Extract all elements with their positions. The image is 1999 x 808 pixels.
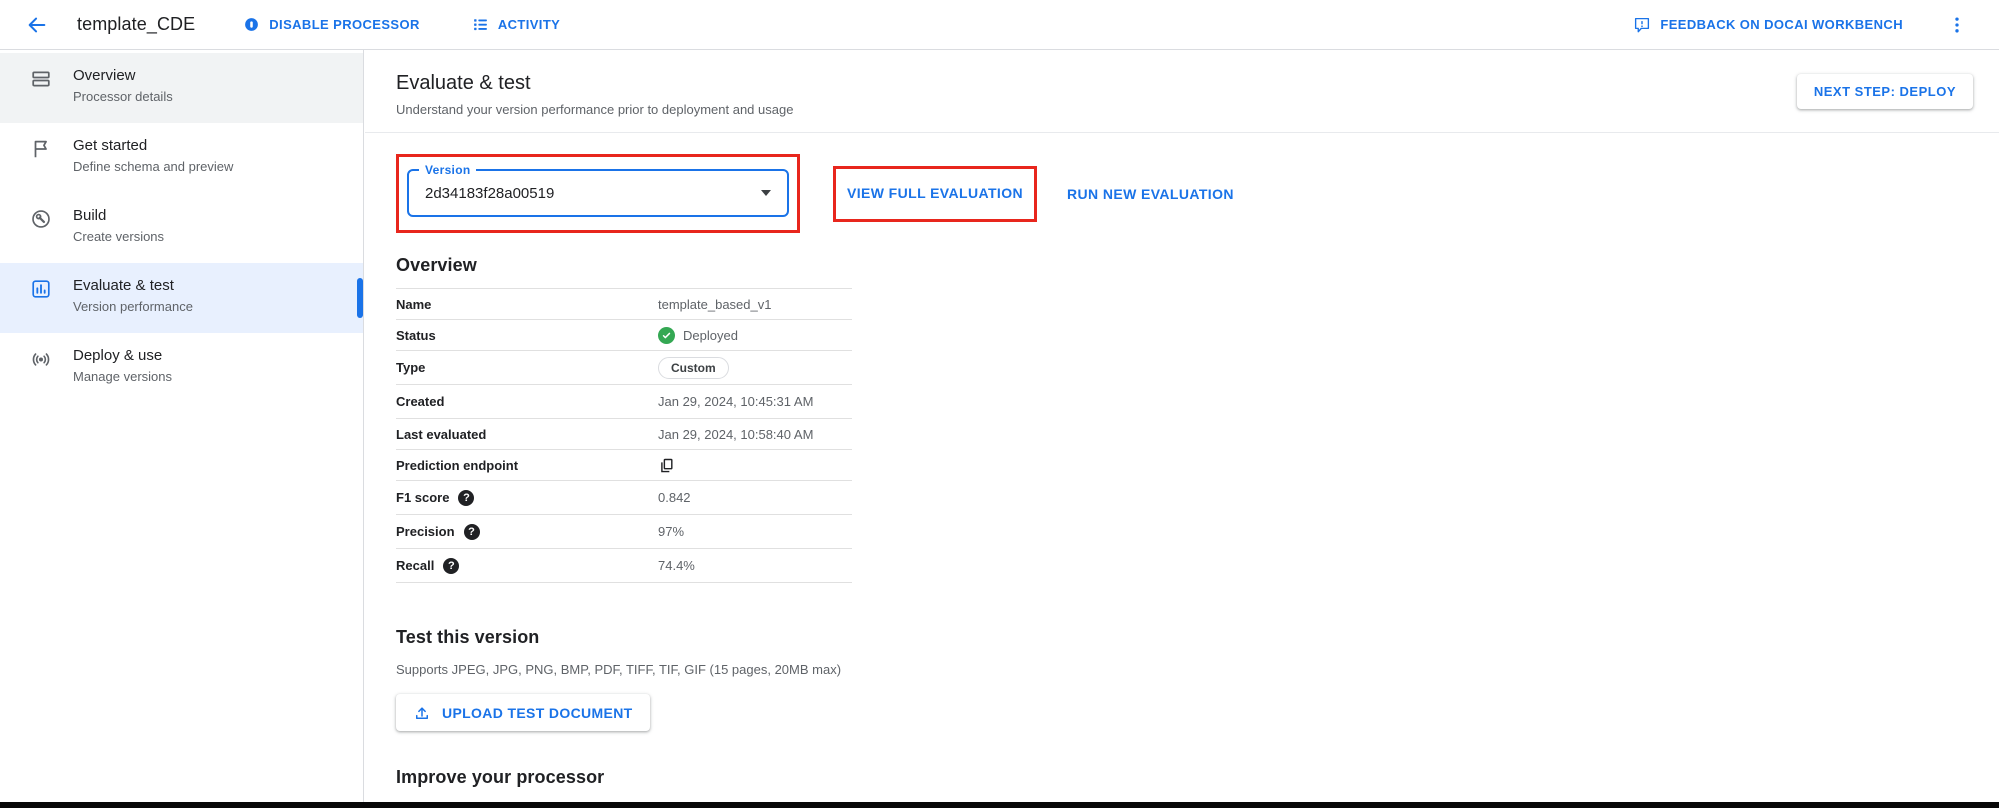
- row-label: Created: [396, 394, 658, 409]
- version-select-value: 2d34183f28a00519: [425, 185, 554, 202]
- version-name-value: template_based_v1: [658, 297, 771, 312]
- docai-workbench-screen: template_CDE DISABLE PROCESSOR ACTIVITY …: [0, 0, 1999, 808]
- sidebar-item-label: Overview: [73, 67, 173, 85]
- page-title: Evaluate & test: [396, 72, 1975, 95]
- f1-score-value: 0.842: [658, 490, 691, 505]
- created-value: Jan 29, 2024, 10:45:31 AM: [658, 394, 813, 409]
- upload-test-document-button[interactable]: UPLOAD TEST DOCUMENT: [396, 694, 650, 731]
- row-label: F1 score: [396, 490, 449, 505]
- sidebar-item-label: Get started: [73, 137, 233, 155]
- row-prediction-endpoint: Prediction endpoint: [396, 450, 852, 481]
- upload-test-document-label: UPLOAD TEST DOCUMENT: [442, 705, 633, 721]
- annotation-box-view-full-evaluation: VIEW FULL EVALUATION: [833, 166, 1037, 222]
- row-label: Prediction endpoint: [396, 458, 658, 473]
- disable-processor-label: DISABLE PROCESSOR: [269, 17, 420, 32]
- feedback-label: FEEDBACK ON DOCAI WORKBENCH: [1660, 17, 1903, 32]
- window-bottom-edge: [0, 802, 1999, 808]
- back-button[interactable]: [25, 13, 49, 37]
- precision-value: 97%: [658, 524, 684, 539]
- sidebar-item-build[interactable]: Build Create versions: [0, 193, 363, 263]
- disable-processor-button[interactable]: DISABLE PROCESSOR: [243, 16, 420, 33]
- row-label: Type: [396, 360, 658, 375]
- sidebar-item-sublabel: Define schema and preview: [73, 159, 233, 174]
- next-step-deploy-button[interactable]: NEXT STEP: DEPLOY: [1797, 74, 1973, 109]
- page-header: Evaluate & test Understand your version …: [365, 50, 1999, 133]
- overview-icon: [30, 68, 52, 90]
- row-label: Precision: [396, 524, 455, 539]
- overview-heading: Overview: [396, 255, 1999, 276]
- status-badge: Deployed: [683, 328, 738, 343]
- help-icon[interactable]: ?: [458, 490, 474, 506]
- deployed-check-icon: [658, 327, 675, 344]
- last-evaluated-value: Jan 29, 2024, 10:58:40 AM: [658, 427, 813, 442]
- feedback-button[interactable]: FEEDBACK ON DOCAI WORKBENCH: [1633, 16, 1903, 34]
- chevron-down-icon: [761, 190, 771, 196]
- broadcast-icon: [30, 348, 52, 370]
- sidebar-item-sublabel: Create versions: [73, 229, 164, 244]
- view-full-evaluation-button[interactable]: VIEW FULL EVALUATION: [847, 185, 1023, 201]
- sidebar-nav: Overview Processor details Get started D…: [0, 50, 364, 808]
- row-recall: Recall ? 74.4%: [396, 549, 852, 583]
- row-label: Recall: [396, 558, 434, 573]
- activity-button[interactable]: ACTIVITY: [472, 16, 560, 33]
- help-icon[interactable]: ?: [464, 524, 480, 540]
- row-created: Created Jan 29, 2024, 10:45:31 AM: [396, 385, 852, 419]
- row-type: Type Custom: [396, 351, 852, 385]
- row-name: Name template_based_v1: [396, 289, 852, 320]
- row-label: Last evaluated: [396, 427, 658, 442]
- copy-icon: [658, 457, 675, 474]
- more-options-button[interactable]: [1945, 13, 1969, 37]
- recall-value: 74.4%: [658, 558, 695, 573]
- sidebar-item-label: Build: [73, 207, 164, 225]
- build-wrench-icon: [30, 208, 52, 230]
- improve-processor-heading: Improve your processor: [396, 767, 1999, 788]
- feedback-icon: [1633, 16, 1651, 34]
- sidebar-item-sublabel: Version performance: [73, 299, 193, 314]
- upload-icon: [413, 704, 431, 722]
- row-f1-score: F1 score ? 0.842: [396, 481, 852, 515]
- type-chip: Custom: [658, 357, 729, 379]
- version-select-label: Version: [419, 163, 476, 177]
- sidebar-item-sublabel: Manage versions: [73, 369, 172, 384]
- copy-endpoint-button[interactable]: [658, 457, 675, 474]
- test-version-heading: Test this version: [396, 627, 1999, 648]
- kebab-menu-icon: [1947, 15, 1967, 35]
- processor-title: template_CDE: [77, 14, 195, 35]
- overview-table: Name template_based_v1 Status Deployed T…: [396, 288, 852, 583]
- list-icon: [472, 16, 489, 33]
- sidebar-item-label: Deploy & use: [73, 347, 172, 365]
- main-content: Evaluate & test Understand your version …: [365, 50, 1999, 808]
- back-arrow-icon: [26, 14, 48, 36]
- version-row: Version 2d34183f28a00519 VIEW FULL EVALU…: [396, 154, 1999, 233]
- run-new-evaluation-button[interactable]: RUN NEW EVALUATION: [1067, 186, 1234, 202]
- activity-label: ACTIVITY: [498, 17, 560, 32]
- sidebar-item-evaluate-test[interactable]: Evaluate & test Version performance: [0, 263, 363, 333]
- top-app-bar: template_CDE DISABLE PROCESSOR ACTIVITY …: [0, 0, 1999, 50]
- bar-chart-icon: [30, 278, 52, 300]
- stop-circle-icon: [243, 16, 260, 33]
- page-subtitle: Understand your version performance prio…: [396, 102, 1975, 117]
- flag-icon: [30, 138, 52, 160]
- sidebar-item-sublabel: Processor details: [73, 89, 173, 104]
- annotation-box-version: Version 2d34183f28a00519: [396, 154, 800, 233]
- row-status: Status Deployed: [396, 320, 852, 351]
- sidebar-item-deploy-use[interactable]: Deploy & use Manage versions: [0, 333, 363, 403]
- row-last-evaluated: Last evaluated Jan 29, 2024, 10:58:40 AM: [396, 419, 852, 450]
- help-icon[interactable]: ?: [443, 558, 459, 574]
- row-label: Name: [396, 297, 658, 312]
- sidebar-item-overview[interactable]: Overview Processor details: [0, 53, 363, 123]
- sidebar-item-label: Evaluate & test: [73, 277, 193, 295]
- version-select[interactable]: Version 2d34183f28a00519: [407, 169, 789, 217]
- row-precision: Precision ? 97%: [396, 515, 852, 549]
- row-label: Status: [396, 328, 658, 343]
- supported-formats-text: Supports JPEG, JPG, PNG, BMP, PDF, TIFF,…: [396, 662, 1999, 677]
- sidebar-item-get-started[interactable]: Get started Define schema and preview: [0, 123, 363, 193]
- status-value: Deployed: [658, 327, 738, 344]
